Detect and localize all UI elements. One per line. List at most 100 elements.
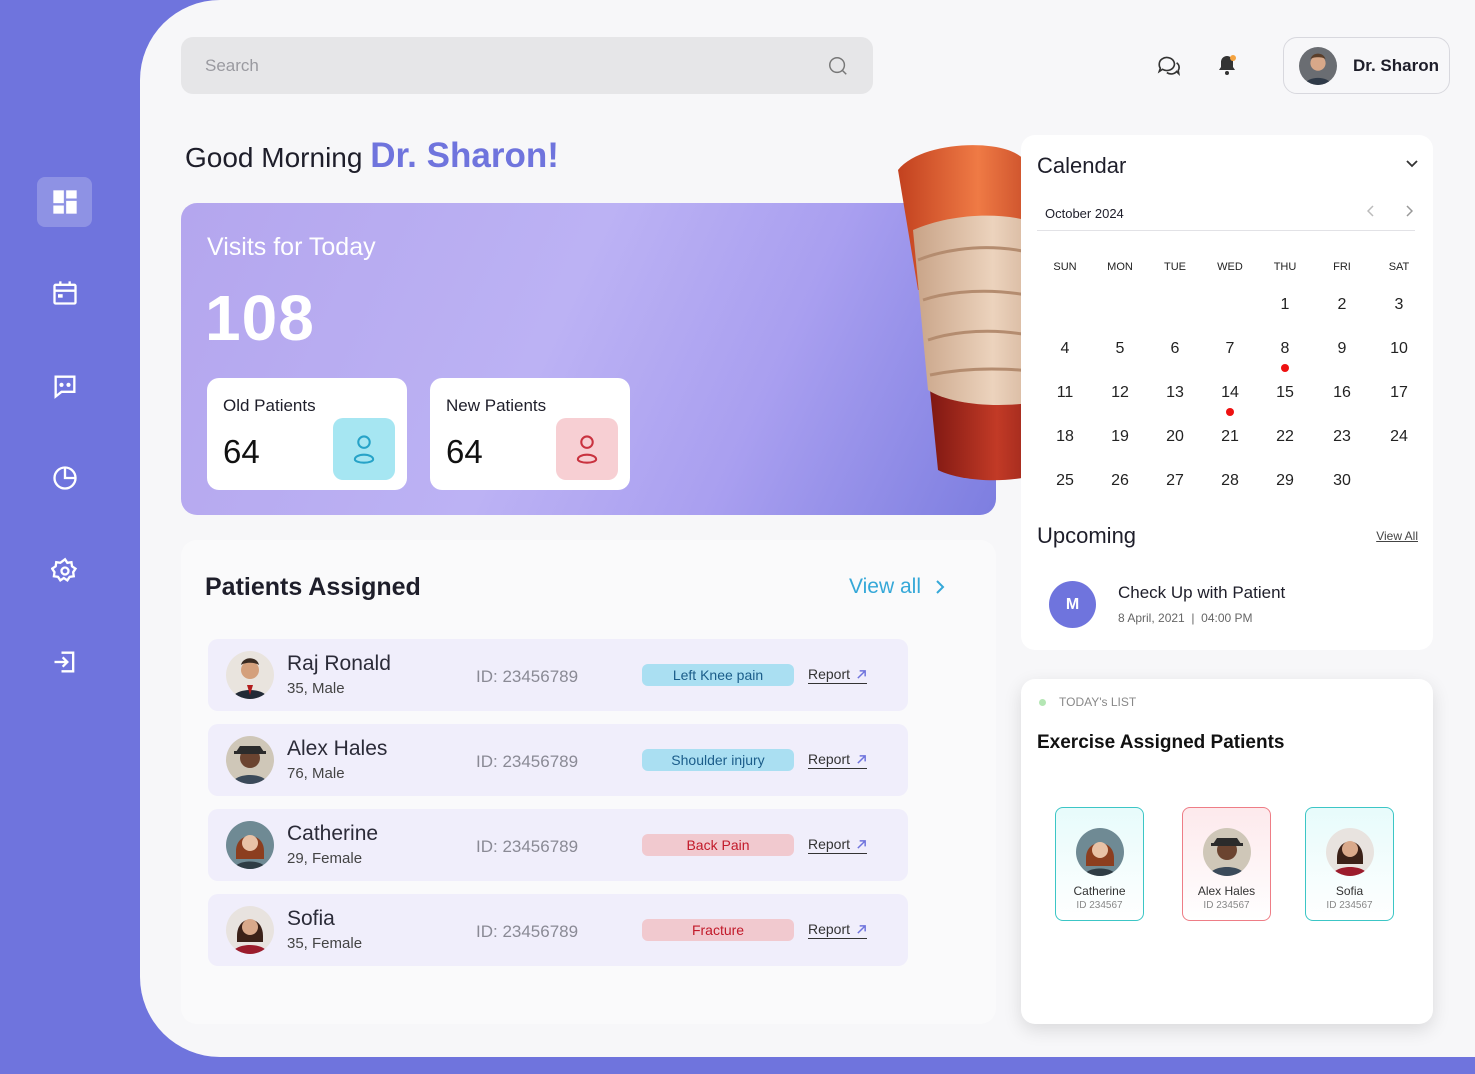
calendar-day[interactable]: 12 <box>1092 384 1148 402</box>
greeting-name: Dr. Sharon! <box>370 136 559 175</box>
patient-meta: 35, Male <box>287 680 345 697</box>
patient-id: ID: 23456789 <box>476 667 579 686</box>
arrow-up-right-icon <box>857 669 866 679</box>
chevron-left-icon[interactable] <box>1367 205 1375 217</box>
calendar-day[interactable]: 11 <box>1037 384 1093 402</box>
main-panel: Dr. Sharon Good Morning Dr. Sharon! Visi… <box>140 0 1475 1057</box>
calendar-day[interactable]: 8 <box>1257 340 1313 358</box>
report-link[interactable]: Report <box>808 751 868 769</box>
calendar-day[interactable]: 2 <box>1314 296 1370 314</box>
calendar-day[interactable]: 25 <box>1037 472 1093 490</box>
table-row[interactable]: Alex Hales 76, Male ID: 23456789 Shoulde… <box>208 724 908 796</box>
exercise-patient-name: Alex Hales <box>1197 884 1256 898</box>
event-title[interactable]: Check Up with Patient <box>1118 583 1285 603</box>
condition-badge: Left Knee pain <box>642 664 794 686</box>
user-icon <box>556 418 618 480</box>
report-label: Report <box>808 921 851 937</box>
exercise-patient-card[interactable]: Alex Hales ID 234567 <box>1182 807 1271 921</box>
report-link[interactable]: Report <box>808 666 868 684</box>
greeting: Good Morning Dr. Sharon! <box>185 136 559 176</box>
view-all-patients-link[interactable]: View all <box>849 575 945 599</box>
chat-bubbles-icon <box>1157 56 1180 77</box>
calendar-day[interactable]: 5 <box>1092 340 1148 358</box>
event-avatar: M <box>1049 581 1096 628</box>
calendar-day[interactable]: 10 <box>1371 340 1427 358</box>
report-label: Report <box>808 751 851 767</box>
visits-count: 108 <box>205 282 315 354</box>
logout-icon <box>54 651 74 673</box>
chevron-right-icon[interactable] <box>1405 205 1413 217</box>
calendar-day[interactable]: 23 <box>1314 428 1370 446</box>
calendar-day[interactable]: 24 <box>1371 428 1427 446</box>
calendar-nav-button[interactable] <box>37 268 92 318</box>
weekday-label: FRI <box>1333 261 1351 273</box>
calendar-day[interactable]: 19 <box>1092 428 1148 446</box>
avatar <box>1299 46 1337 85</box>
calendar-day[interactable]: 3 <box>1371 296 1427 314</box>
new-patients-card[interactable]: New Patients 64 <box>430 378 630 490</box>
calendar-day[interactable]: 15 <box>1257 384 1313 402</box>
calendar-day[interactable]: 16 <box>1314 384 1370 402</box>
calendar-day[interactable]: 18 <box>1037 428 1093 446</box>
chevron-down-icon[interactable] <box>1405 157 1419 171</box>
exercise-patient-name: Sofia <box>1335 884 1364 898</box>
calendar-day[interactable]: 4 <box>1037 340 1093 358</box>
condition-badge: Fracture <box>642 919 794 941</box>
calendar-day[interactable]: 17 <box>1371 384 1427 402</box>
user-profile-button[interactable]: Dr. Sharon <box>1283 37 1450 94</box>
search-bar[interactable] <box>181 37 873 94</box>
view-all-upcoming-link[interactable]: View All <box>1376 529 1418 543</box>
calendar-day[interactable]: 13 <box>1147 384 1203 402</box>
weekday-label: SAT <box>1388 261 1410 273</box>
calendar-day[interactable]: 14 <box>1202 384 1258 402</box>
analytics-nav-button[interactable] <box>37 453 92 503</box>
calendar-day[interactable]: 9 <box>1314 340 1370 358</box>
logout-nav-button[interactable] <box>37 637 92 687</box>
bottom-strip <box>0 1057 1475 1074</box>
calendar-day[interactable]: 30 <box>1314 472 1370 490</box>
messages-nav-button[interactable] <box>37 361 92 411</box>
report-link[interactable]: Report <box>808 836 868 854</box>
calendar-day[interactable]: 1 <box>1257 296 1313 314</box>
table-row[interactable]: Sofia 35, Female ID: 23456789 Fracture R… <box>208 894 908 966</box>
report-label: Report <box>808 666 851 682</box>
avatar <box>1326 828 1374 876</box>
calendar-day[interactable]: 20 <box>1147 428 1203 446</box>
weekday-label: THU <box>1273 261 1297 273</box>
visits-card: Visits for Today 108 Old Patients 64 New… <box>181 203 996 515</box>
dashboard-nav-button[interactable] <box>37 177 92 227</box>
arrow-up-right-icon <box>857 754 866 764</box>
user-icon <box>333 418 395 480</box>
calendar-day[interactable]: 22 <box>1257 428 1313 446</box>
report-link[interactable]: Report <box>808 921 868 939</box>
settings-nav-button[interactable] <box>37 546 92 596</box>
avatar <box>226 906 274 954</box>
calendar-day[interactable]: 21 <box>1202 428 1258 446</box>
exercise-patient-card[interactable]: Sofia ID 234567 <box>1305 807 1394 921</box>
notifications-button[interactable] <box>1212 50 1242 80</box>
table-row[interactable]: Raj Ronald 35, Male ID: 23456789 Left Kn… <box>208 639 908 711</box>
avatar <box>226 651 274 699</box>
month-navigation <box>1367 205 1413 217</box>
calendar-day[interactable]: 6 <box>1147 340 1203 358</box>
todays-list-title: Exercise Assigned Patients <box>1037 732 1285 753</box>
weekday-label: WED <box>1217 261 1243 273</box>
messages-button[interactable] <box>1154 50 1184 80</box>
calendar-title: Calendar <box>1037 153 1127 178</box>
exercise-patient-id: ID 234567 <box>1076 900 1123 911</box>
calendar-day[interactable]: 28 <box>1202 472 1258 490</box>
exercise-patient-card[interactable]: Catherine ID 234567 <box>1055 807 1144 921</box>
patient-id: ID: 23456789 <box>476 752 579 771</box>
arrow-up-right-icon <box>857 924 866 934</box>
old-patients-card[interactable]: Old Patients 64 <box>207 378 407 490</box>
calendar-day[interactable]: 7 <box>1202 340 1258 358</box>
table-row[interactable]: Catherine 29, Female ID: 23456789 Back P… <box>208 809 908 881</box>
calendar-day[interactable]: 27 <box>1147 472 1203 490</box>
patient-id: ID: 23456789 <box>476 837 579 856</box>
calendar-day[interactable]: 26 <box>1092 472 1148 490</box>
search-icon[interactable] <box>827 55 849 77</box>
view-all-label: View all <box>849 575 921 598</box>
search-input[interactable] <box>205 55 827 76</box>
calendar-card: Calendar October 2024 SUN MON TUE WED THU FRI… <box>1021 135 1433 650</box>
calendar-day[interactable]: 29 <box>1257 472 1313 490</box>
